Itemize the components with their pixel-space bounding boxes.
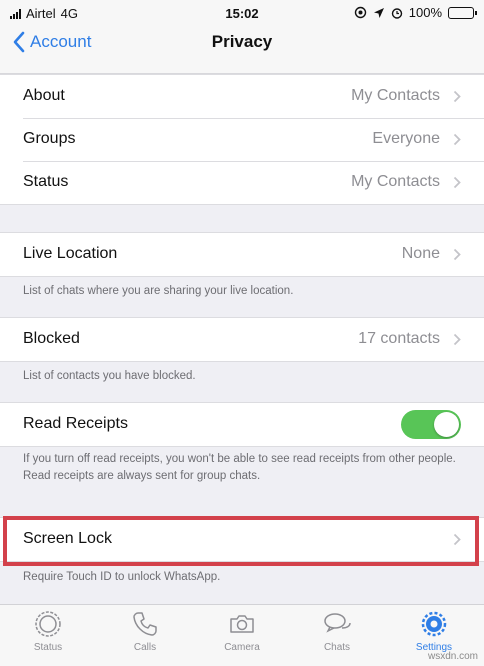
tab-bar: Status Calls Camera Chats Settings [0,604,484,666]
tab-camera[interactable]: Camera [202,609,282,653]
chevron-right-icon [453,248,461,261]
blocked-footer: List of contacts you have blocked. [23,370,196,382]
setting-value: My Contacts [351,87,440,104]
chevron-right-icon [453,176,461,189]
setting-value: None [401,245,440,262]
location-lock-icon [354,6,366,19]
battery-percent: 100% [408,5,442,20]
setting-value: Everyone [372,130,440,147]
setting-row-groups[interactable]: Groups Everyone [0,118,484,161]
setting-label: Live Location [23,245,118,262]
setting-label: Status [23,173,69,190]
tab-status[interactable]: Status [8,609,88,653]
status-right: 100% [354,5,477,20]
setting-row-about[interactable]: About My Contacts [0,75,484,118]
location-arrow-icon [373,7,384,18]
visibility-group: About My Contacts Groups Everyone Status… [0,74,484,205]
privacy-settings: About My Contacts Groups Everyone Status… [0,74,484,604]
chats-icon [324,613,351,633]
setting-row-blocked[interactable]: Blocked 17 contacts [0,318,484,361]
setting-label: About [23,87,65,104]
camera-icon [230,615,254,633]
tab-label: Chats [323,642,351,653]
screen-lock-footer: Require Touch ID to unlock WhatsApp. [23,571,221,583]
nav-bar: Account Privacy [0,26,484,74]
page-title: Privacy [211,32,273,51]
setting-label: Blocked [23,330,80,347]
status-bar: Airtel 4G 15:02 100% [0,0,484,26]
live-location-footer: List of chats where you are sharing your… [23,285,294,297]
setting-row-live-location[interactable]: Live Location None [0,233,484,276]
phone-icon [133,612,157,636]
setting-label: Read Receipts [23,415,128,432]
chevron-right-icon [453,90,461,103]
tab-chats[interactable]: Chats [297,609,377,653]
chevron-right-icon [453,133,461,146]
toggle-knob [434,412,459,437]
setting-value: 17 contacts [358,330,440,347]
tab-settings[interactable]: Settings [394,609,474,653]
battery-icon [448,6,477,19]
setting-row-read-receipts: Read Receipts [0,403,484,446]
blocked-group: Blocked 17 contacts [0,317,484,362]
read-receipts-group: Read Receipts [0,402,484,447]
read-receipts-footer: If you turn off read receipts, you won't… [23,453,456,482]
read-receipts-toggle[interactable] [401,410,461,439]
highlight-box [3,516,479,566]
setting-value: My Contacts [351,173,440,190]
setting-row-status[interactable]: Status My Contacts [0,161,484,204]
setting-label: Groups [23,130,76,147]
tab-calls[interactable]: Calls [105,609,185,653]
live-location-group: Live Location None [0,232,484,277]
status-icon [35,611,61,637]
tab-label: Calls [133,642,157,653]
alarm-icon [391,7,402,19]
tab-label: Camera [224,642,260,653]
chevron-right-icon [453,333,461,346]
watermark: wsxdn.com [427,651,478,662]
gear-icon [421,611,447,637]
tab-label: Status [33,642,63,653]
